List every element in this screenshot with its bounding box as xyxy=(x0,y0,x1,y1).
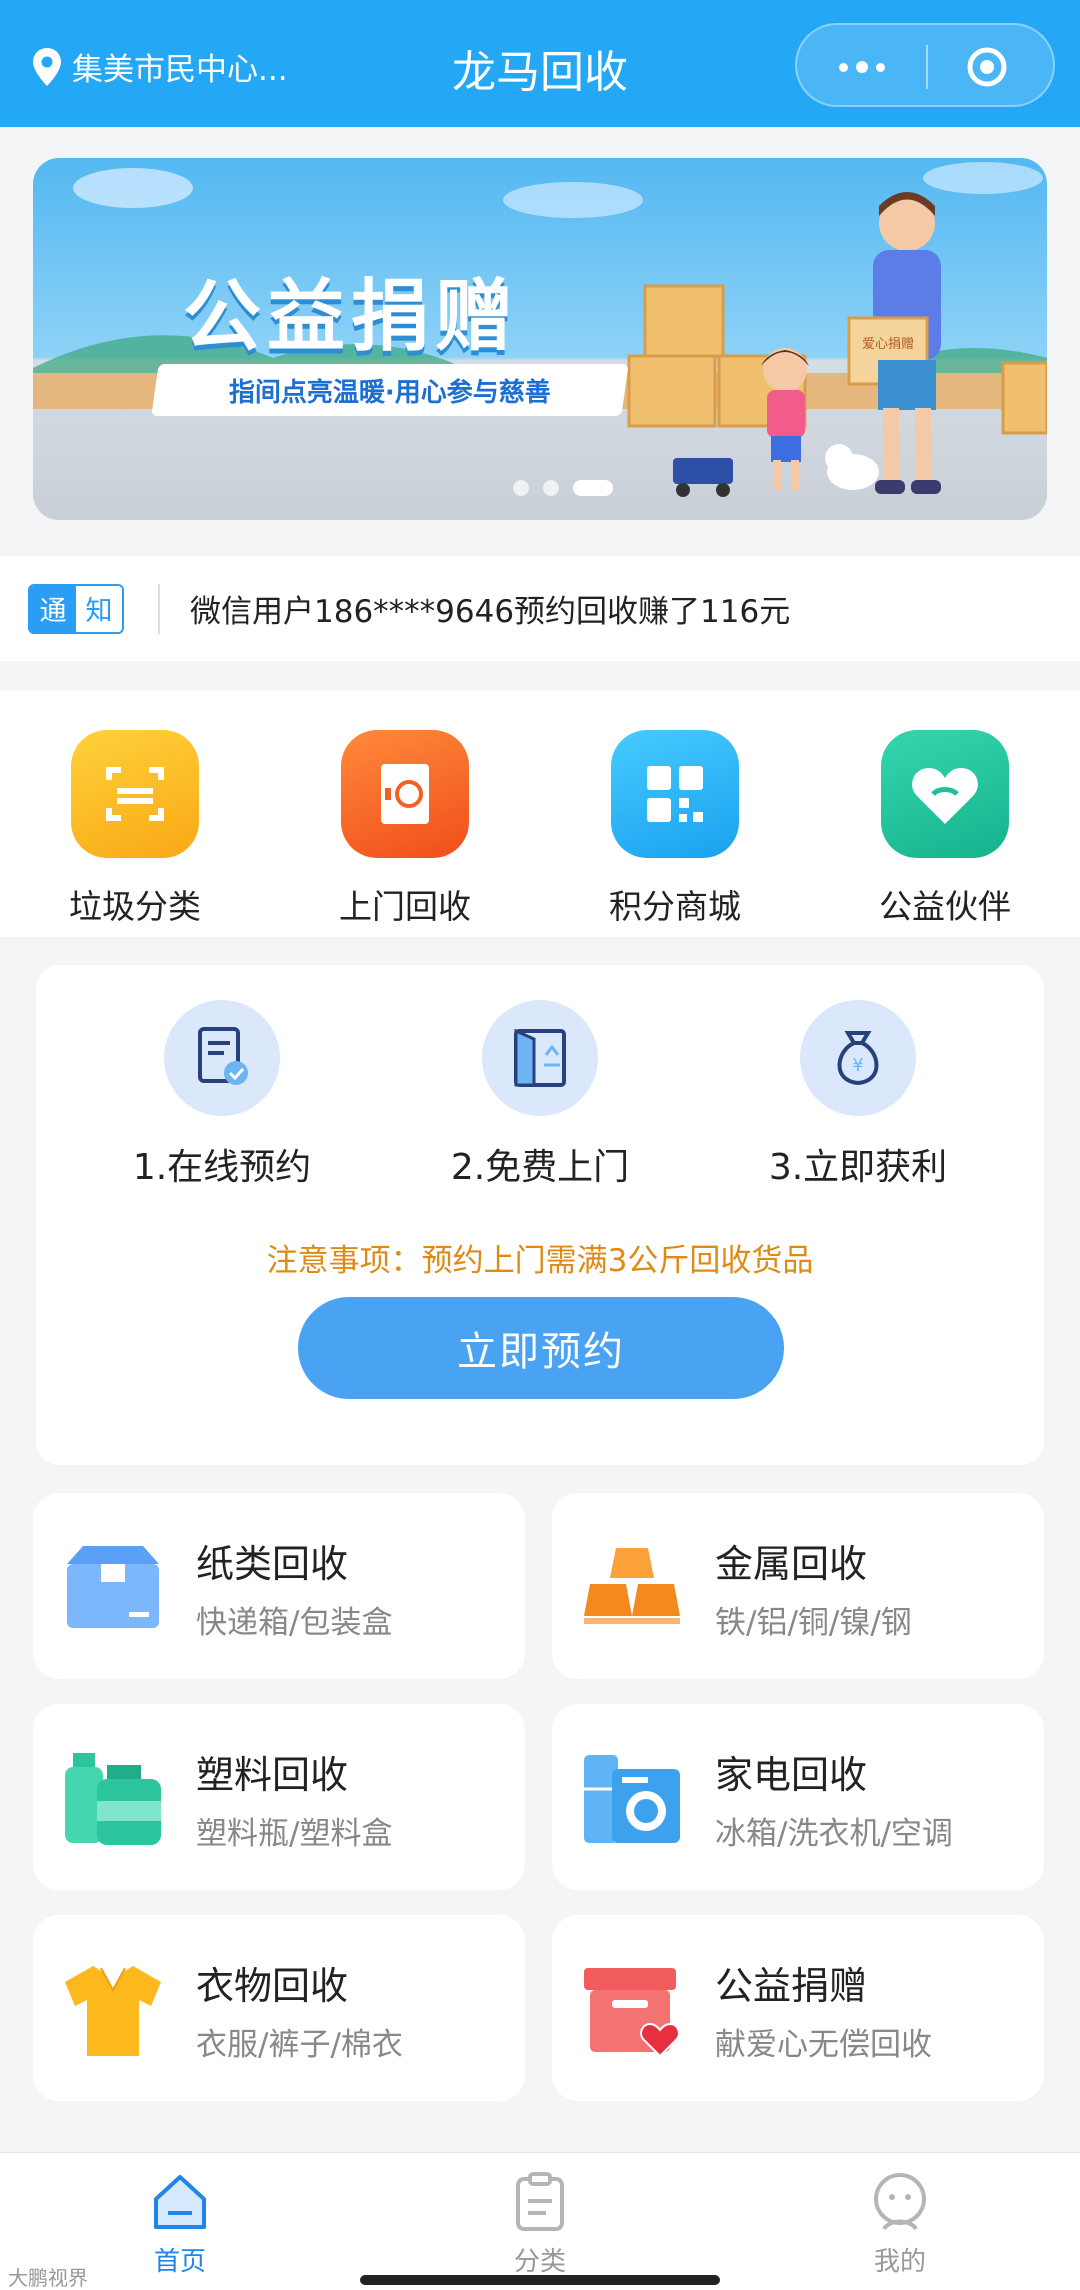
tab-category[interactable]: 分类 xyxy=(460,2171,620,2278)
nav-item-points-mall[interactable]: 积分商城 xyxy=(585,730,765,928)
carousel-indicator xyxy=(513,480,613,496)
tab-home[interactable]: 首页 xyxy=(100,2171,260,2278)
step-free-pickup: 2.免费上门 xyxy=(410,1000,670,1190)
carousel-dot[interactable] xyxy=(513,480,529,496)
category-donation[interactable]: 公益捐赠 献爱心无偿回收 xyxy=(552,1915,1044,2101)
more-menu-icon[interactable] xyxy=(827,45,897,89)
category-paper[interactable]: 纸类回收 快递箱/包装盒 xyxy=(33,1493,525,1679)
metal-ingot-icon xyxy=(584,1548,680,1624)
svg-text:¥: ¥ xyxy=(852,1055,863,1076)
banner-title: 公益捐赠 xyxy=(183,272,520,362)
door-recycle-icon xyxy=(482,1000,598,1116)
step-label: 3.立即获利 xyxy=(768,1147,948,1188)
box-label: 爱心捐赠 xyxy=(862,337,914,352)
category-subtitle: 衣服/裤子/棉衣 xyxy=(196,2027,403,2063)
carousel-dot-active[interactable] xyxy=(573,480,613,496)
document-check-icon xyxy=(164,1000,280,1116)
appliance-icon xyxy=(584,1755,680,1843)
miniprogram-capsule xyxy=(795,23,1055,107)
category-subtitle: 献爱心无偿回收 xyxy=(715,2027,932,2063)
category-title: 塑料回收 xyxy=(196,1753,349,1797)
donation-box-icon xyxy=(584,1968,680,2058)
notice-divider xyxy=(158,583,160,634)
category-metal[interactable]: 金属回收 铁/铝/铜/镍/钢 xyxy=(552,1493,1044,1679)
category-title: 纸类回收 xyxy=(196,1542,349,1586)
category-title: 公益捐赠 xyxy=(715,1964,868,2008)
capsule-divider xyxy=(926,45,928,89)
nav-label: 公益伙伴 xyxy=(879,887,1011,926)
notice-tag-char: 通 xyxy=(30,585,76,632)
user-icon xyxy=(874,2173,926,2231)
category-subtitle: 塑料瓶/塑料盒 xyxy=(196,1816,393,1852)
carousel-dot[interactable] xyxy=(543,480,559,496)
category-appliance[interactable]: 家电回收 冰箱/洗衣机/空调 xyxy=(552,1704,1044,1890)
notice-tag: 通 知 xyxy=(28,583,124,634)
recycle-door-icon xyxy=(341,730,469,858)
tab-label: 首页 xyxy=(153,2247,206,2277)
category-subtitle: 冰箱/洗衣机/空调 xyxy=(715,1816,953,1852)
scan-icon xyxy=(71,730,199,858)
nav-item-charity-partner[interactable]: 公益伙伴 xyxy=(855,730,1035,928)
plastic-bottle-icon xyxy=(65,1753,161,1845)
tab-label: 我的 xyxy=(873,2247,926,2277)
category-title: 家电回收 xyxy=(715,1753,868,1797)
notice-bar[interactable]: 通 知 微信用户186****9646预约回收赚了116元 xyxy=(0,556,1080,661)
banner-subtitle: 指间点亮温暖·用心参与慈善 xyxy=(229,377,551,408)
step-online-booking: 1.在线预约 xyxy=(92,1000,352,1190)
qr-icon xyxy=(611,730,739,858)
step-label: 1.在线预约 xyxy=(132,1147,312,1188)
bottom-tab-bar: 首页 分类 我的 xyxy=(0,2152,1080,2290)
quick-nav-grid: 垃圾分类 上门回收 积分商城 公益伙伴 xyxy=(0,690,1080,937)
notice-text: 微信用户186****9646预约回收赚了116元 xyxy=(190,594,791,630)
close-miniprogram-icon[interactable] xyxy=(965,45,1009,89)
home-indicator xyxy=(360,2275,720,2285)
nav-label: 积分商城 xyxy=(609,887,741,926)
clipboard-icon xyxy=(516,2172,564,2231)
category-subtitle: 快递箱/包装盒 xyxy=(196,1605,393,1641)
step-instant-profit: ¥ 3.立即获利 xyxy=(728,1000,988,1190)
category-plastic[interactable]: 塑料回收 塑料瓶/塑料盒 xyxy=(33,1704,525,1890)
watermark: 大鹏视界 xyxy=(8,2266,88,2290)
nav-item-door-recycling[interactable]: 上门回收 xyxy=(315,730,495,928)
shirt-icon xyxy=(65,1966,161,2056)
step-label: 2.免费上门 xyxy=(450,1147,630,1188)
nav-item-garbage-sorting[interactable]: 垃圾分类 xyxy=(45,730,225,928)
book-now-button[interactable]: 立即预约 xyxy=(298,1297,784,1399)
money-bag-icon: ¥ xyxy=(800,1000,916,1116)
category-clothing[interactable]: 衣物回收 衣服/裤子/棉衣 xyxy=(33,1915,525,2101)
heart-icon xyxy=(881,730,1009,858)
notice-tag-char: 知 xyxy=(76,585,122,632)
box-icon xyxy=(67,1546,159,1628)
nav-label: 上门回收 xyxy=(339,887,471,926)
tab-label: 分类 xyxy=(513,2247,566,2277)
banner-subtitle-ribbon: 指间点亮温暖·用心参与慈善 xyxy=(151,364,629,416)
home-icon xyxy=(154,2175,206,2229)
promo-banner[interactable]: 爱心捐赠 公益捐赠 指间点亮温暖·用心参与慈善 xyxy=(33,158,1047,520)
notice-note: 注意事项：预约上门需满3公斤回收货品 xyxy=(266,1243,814,1279)
tab-profile[interactable]: 我的 xyxy=(820,2171,980,2278)
category-title: 金属回收 xyxy=(715,1542,868,1586)
nav-label: 垃圾分类 xyxy=(69,887,201,926)
top-bar: 集美市民中心... 龙马回收 xyxy=(0,0,1080,127)
category-subtitle: 铁/铝/铜/镍/钢 xyxy=(715,1605,912,1641)
category-title: 衣物回收 xyxy=(196,1964,349,2008)
booking-steps-card: 1.在线预约 2.免费上门 ¥ 3.立即获利 注意事项：预约上门需满3公斤回收货… xyxy=(36,965,1044,1465)
